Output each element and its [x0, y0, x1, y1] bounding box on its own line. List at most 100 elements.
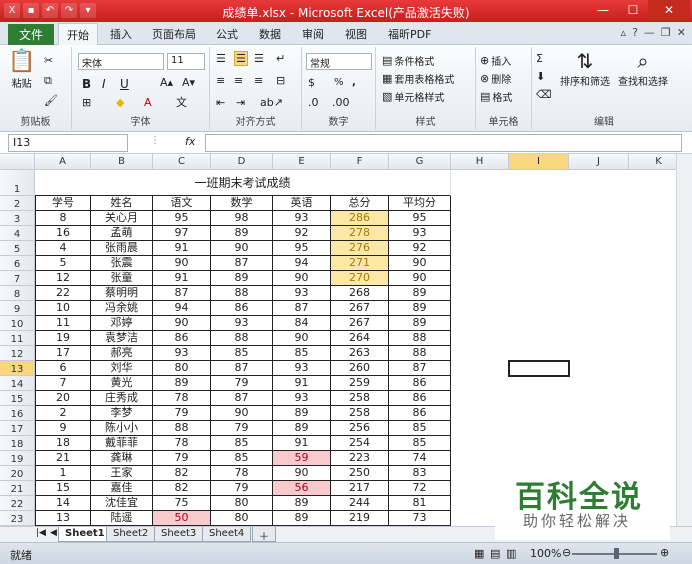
table-cell[interactable]: 87: [153, 286, 211, 301]
header-cell[interactable]: 姓名: [91, 196, 153, 211]
copy-button[interactable]: ⧉: [44, 75, 52, 86]
row-header-1[interactable]: 1: [0, 170, 35, 196]
row-header-3[interactable]: 3: [0, 211, 35, 226]
table-cell[interactable]: 16: [35, 226, 91, 241]
table-cell[interactable]: 244: [331, 496, 389, 511]
conditional-format-button[interactable]: ▤ 条件格式: [382, 53, 434, 68]
table-cell[interactable]: 83: [389, 466, 451, 481]
number-format-select[interactable]: 常规: [306, 53, 372, 70]
sheet-tab-1[interactable]: Sheet1: [58, 527, 112, 542]
table-cell[interactable]: 92: [273, 226, 331, 241]
table-cell[interactable]: 孟萌: [91, 226, 153, 241]
column-header-G[interactable]: G: [389, 154, 451, 170]
table-cell[interactable]: 79: [153, 451, 211, 466]
header-cell[interactable]: 平均分: [389, 196, 451, 211]
table-cell[interactable]: 79: [211, 421, 273, 436]
header-cell[interactable]: 总分: [331, 196, 389, 211]
table-cell[interactable]: 92: [389, 241, 451, 256]
table-cell[interactable]: 50: [153, 511, 211, 526]
insert-function-icon[interactable]: fx: [185, 135, 195, 148]
table-cell[interactable]: 王家: [91, 466, 153, 481]
table-cell[interactable]: 10: [35, 301, 91, 316]
table-cell[interactable]: 78: [153, 436, 211, 451]
header-cell[interactable]: 英语: [273, 196, 331, 211]
table-cell[interactable]: 278: [331, 226, 389, 241]
font-name-select[interactable]: 宋体: [78, 53, 164, 70]
table-cell[interactable]: 张童: [91, 271, 153, 286]
cut-button[interactable]: ✂: [44, 55, 53, 66]
table-cell[interactable]: 98: [211, 211, 273, 226]
table-cell[interactable]: 78: [211, 466, 273, 481]
table-cell[interactable]: 李梦: [91, 406, 153, 421]
table-cell[interactable]: 86: [153, 331, 211, 346]
table-cell[interactable]: 5: [35, 256, 91, 271]
border-button[interactable]: ⊞: [82, 97, 91, 108]
tab-foxit-pdf[interactable]: 福昕PDF: [388, 26, 431, 42]
align-center-button[interactable]: ≡: [234, 75, 243, 86]
table-cell[interactable]: 87: [389, 361, 451, 376]
table-cell[interactable]: 陈小小: [91, 421, 153, 436]
table-cell[interactable]: 4: [35, 241, 91, 256]
formula-input[interactable]: [205, 134, 682, 152]
sheet-title-cell[interactable]: 一班期末考试成绩: [35, 170, 451, 196]
help-icon[interactable]: ?: [632, 26, 638, 39]
table-cell[interactable]: 93: [211, 316, 273, 331]
underline-button[interactable]: U: [120, 77, 129, 91]
table-cell[interactable]: 91: [153, 271, 211, 286]
table-cell[interactable]: 冯余姚: [91, 301, 153, 316]
table-cell[interactable]: 89: [273, 406, 331, 421]
table-cell[interactable]: 87: [211, 361, 273, 376]
table-cell[interactable]: 2: [35, 406, 91, 421]
table-cell[interactable]: 94: [273, 256, 331, 271]
table-cell[interactable]: 89: [389, 316, 451, 331]
table-cell[interactable]: 86: [389, 376, 451, 391]
table-cell[interactable]: 90: [389, 256, 451, 271]
column-header-B[interactable]: B: [91, 154, 153, 170]
merge-button[interactable]: ⊟: [276, 75, 285, 86]
table-cell[interactable]: 21: [35, 451, 91, 466]
align-bottom-button[interactable]: ☰: [254, 53, 264, 64]
table-cell[interactable]: 15: [35, 481, 91, 496]
delete-cells-button[interactable]: ⊗ 删除: [480, 71, 511, 86]
table-cell[interactable]: 250: [331, 466, 389, 481]
zoom-in-icon[interactable]: ⊕: [660, 546, 669, 559]
page-break-view-icon[interactable]: ▥: [506, 547, 516, 560]
decrease-indent-button[interactable]: ⇤: [216, 97, 225, 108]
table-cell[interactable]: 88: [153, 421, 211, 436]
fill-color-button[interactable]: ◆: [116, 97, 124, 108]
align-top-button[interactable]: ☰: [216, 53, 226, 64]
row-header-20[interactable]: 20: [0, 466, 35, 481]
table-cell[interactable]: 6: [35, 361, 91, 376]
row-header-19[interactable]: 19: [0, 451, 35, 466]
table-cell[interactable]: 89: [273, 496, 331, 511]
table-cell[interactable]: 86: [211, 301, 273, 316]
new-sheet-button[interactable]: ＋: [252, 527, 276, 543]
row-header-18[interactable]: 18: [0, 436, 35, 451]
table-cell[interactable]: 88: [211, 286, 273, 301]
row-header-6[interactable]: 6: [0, 256, 35, 271]
table-cell[interactable]: 85: [273, 346, 331, 361]
phonetic-button[interactable]: 文: [176, 97, 187, 108]
table-cell[interactable]: 276: [331, 241, 389, 256]
comma-button[interactable]: ,: [352, 77, 356, 88]
bold-button[interactable]: B: [82, 77, 91, 91]
table-cell[interactable]: 81: [389, 496, 451, 511]
row-header-11[interactable]: 11: [0, 331, 35, 346]
table-cell[interactable]: 88: [211, 331, 273, 346]
minimize-button[interactable]: —: [588, 0, 618, 20]
table-cell[interactable]: 89: [211, 226, 273, 241]
table-cell[interactable]: 271: [331, 256, 389, 271]
align-left-button[interactable]: ≡: [216, 75, 225, 86]
table-cell[interactable]: 93: [273, 211, 331, 226]
row-header-22[interactable]: 22: [0, 496, 35, 511]
table-cell[interactable]: 95: [153, 211, 211, 226]
decrease-decimal-button[interactable]: .00: [332, 97, 350, 108]
table-cell[interactable]: 85: [389, 436, 451, 451]
row-header-13[interactable]: 13: [0, 361, 35, 376]
column-header-H[interactable]: H: [451, 154, 509, 170]
window-minimize-icon[interactable]: —: [644, 26, 655, 39]
grow-font-button[interactable]: A▴: [160, 77, 173, 88]
table-cell[interactable]: 85: [211, 436, 273, 451]
table-cell[interactable]: 260: [331, 361, 389, 376]
column-header-D[interactable]: D: [211, 154, 273, 170]
